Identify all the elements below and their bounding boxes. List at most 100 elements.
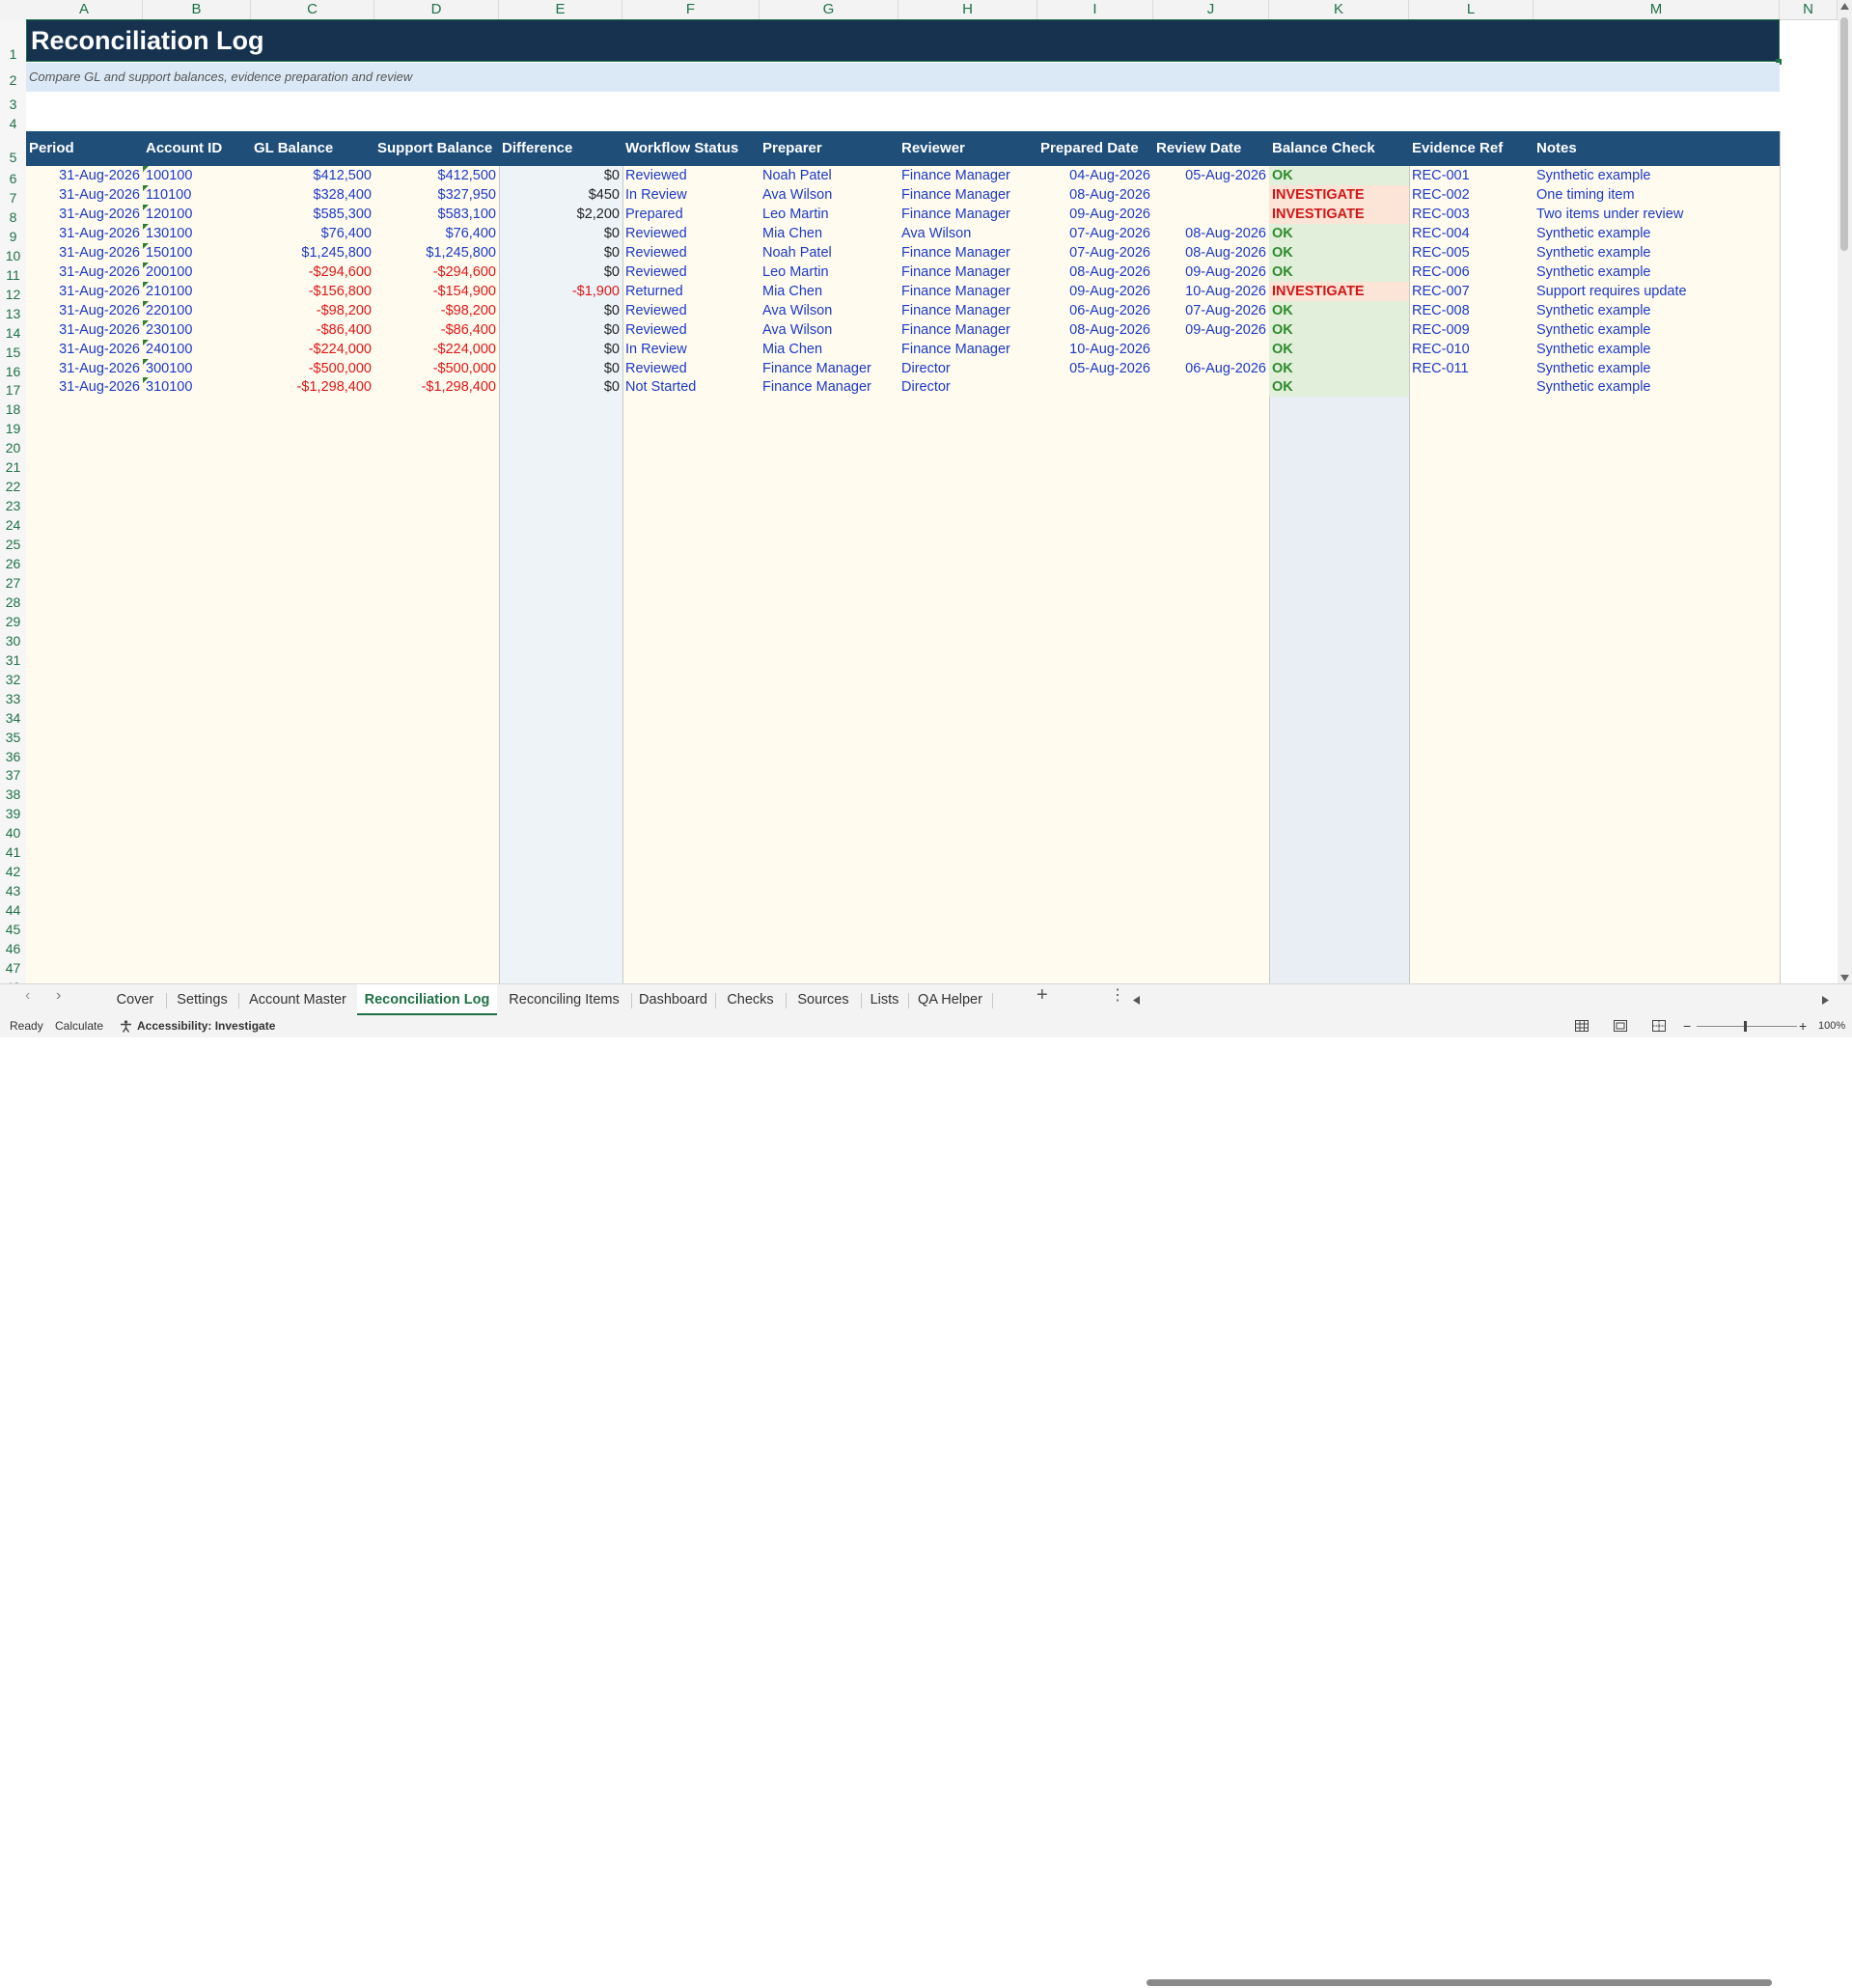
row-header-35[interactable]: 35 <box>0 725 26 745</box>
cell-balance-check[interactable]: OK <box>1269 339 1409 359</box>
cell-review-date[interactable] <box>1153 185 1269 205</box>
cell-difference[interactable]: $0 <box>499 377 622 397</box>
row-header-39[interactable]: 39 <box>0 801 26 821</box>
sheet-tab-account-master[interactable]: Account Master <box>238 984 357 1016</box>
row-header-3[interactable]: 3 <box>0 92 26 112</box>
cell-prepared-date[interactable]: 08-Aug-2026 <box>1037 185 1153 205</box>
cell-notes[interactable]: Synthetic example <box>1534 377 1780 397</box>
horizontal-scroll-thumb[interactable] <box>1147 1979 1772 1986</box>
cell-gl-balance[interactable]: $1,245,800 <box>251 243 374 262</box>
cell-preparer[interactable]: Finance Manager <box>760 359 898 378</box>
zoom-level[interactable]: 100% <box>1818 1015 1845 1037</box>
cell-period[interactable]: 31-Aug-2026 <box>26 282 143 301</box>
row-header-13[interactable]: 13 <box>0 301 26 321</box>
cell-account-id[interactable]: 110100 <box>143 184 251 205</box>
cell-review-date[interactable]: 05-Aug-2026 <box>1153 166 1269 185</box>
cell-gl-balance[interactable]: $412,500 <box>251 166 374 185</box>
cell-period[interactable]: 31-Aug-2026 <box>26 377 143 397</box>
cell-gl-balance[interactable]: -$156,800 <box>251 282 374 301</box>
column-header-b[interactable]: B <box>143 0 251 19</box>
cell-support-balance[interactable]: $1,245,800 <box>374 243 499 262</box>
cell-notes[interactable]: Synthetic example <box>1534 224 1780 243</box>
cell-prepared-date[interactable]: 04-Aug-2026 <box>1037 166 1153 185</box>
column-header-m[interactable]: M <box>1534 0 1780 19</box>
row-header-14[interactable]: 14 <box>0 320 26 341</box>
column-header-k[interactable]: K <box>1269 0 1409 19</box>
cell-evidence-ref[interactable]: REC-004 <box>1409 224 1534 243</box>
cell-account-id[interactable]: 200100 <box>143 262 251 282</box>
scroll-up-icon[interactable] <box>1840 3 1849 10</box>
row-header-42[interactable]: 42 <box>0 859 26 879</box>
status-calculate[interactable]: Calculate <box>55 1015 103 1037</box>
page-break-icon[interactable] <box>1652 1020 1666 1032</box>
cell-evidence-ref[interactable]: REC-009 <box>1409 320 1534 340</box>
cell-prepared-date[interactable]: 07-Aug-2026 <box>1037 224 1153 243</box>
cell-gl-balance[interactable]: -$1,298,400 <box>251 377 374 397</box>
row-header-15[interactable]: 15 <box>0 340 26 360</box>
row-header-25[interactable]: 25 <box>0 532 26 552</box>
cell-notes[interactable]: Synthetic example <box>1534 166 1780 185</box>
row-header-24[interactable]: 24 <box>0 512 26 533</box>
row-header-4[interactable]: 4 <box>0 111 26 131</box>
row-header-12[interactable]: 12 <box>0 282 26 302</box>
tab-scroll-left-icon[interactable]: ‹ <box>25 984 30 1007</box>
cell-reviewer[interactable]: Director <box>898 377 1037 397</box>
cell-period[interactable]: 31-Aug-2026 <box>26 301 143 320</box>
zoom-slider-thumb[interactable] <box>1744 1021 1747 1032</box>
cell-evidence-ref[interactable]: REC-003 <box>1409 205 1534 224</box>
cell-reviewer[interactable]: Ava Wilson <box>898 224 1037 243</box>
cell-account-id[interactable]: 210100 <box>143 281 251 301</box>
cell-period[interactable]: 31-Aug-2026 <box>26 262 143 282</box>
column-header-n[interactable]: N <box>1780 0 1838 19</box>
cell-prepared-date[interactable]: 10-Aug-2026 <box>1037 340 1153 359</box>
cell-period[interactable]: 31-Aug-2026 <box>26 166 143 185</box>
cell-difference[interactable]: $0 <box>499 166 622 185</box>
row-header-46[interactable]: 46 <box>0 936 26 956</box>
sheet-tab-cover[interactable]: Cover <box>104 984 166 1016</box>
hscroll-right-icon[interactable] <box>1822 996 1829 1005</box>
cell-period[interactable]: 31-Aug-2026 <box>26 340 143 359</box>
cell-notes[interactable]: Synthetic example <box>1534 262 1780 282</box>
cell-review-date[interactable]: 08-Aug-2026 <box>1153 243 1269 262</box>
row-header-45[interactable]: 45 <box>0 917 26 937</box>
row-header-38[interactable]: 38 <box>0 782 26 802</box>
cell-difference[interactable]: $0 <box>499 243 622 262</box>
cell-support-balance[interactable]: -$224,000 <box>374 340 499 359</box>
header-preparer[interactable]: Preparer <box>760 131 898 166</box>
cell-support-balance[interactable]: $583,100 <box>374 205 499 224</box>
column-header-d[interactable]: D <box>374 0 499 19</box>
cell-review-date[interactable]: 09-Aug-2026 <box>1153 262 1269 282</box>
horizontal-scrollbar[interactable] <box>1145 1976 1809 1988</box>
row-header-28[interactable]: 28 <box>0 590 26 610</box>
cell-prepared-date[interactable] <box>1037 377 1153 397</box>
vertical-scrollbar[interactable] <box>1838 0 1852 983</box>
row-header-44[interactable]: 44 <box>0 897 26 918</box>
cell-evidence-ref[interactable]: REC-006 <box>1409 262 1534 282</box>
cell-workflow-status[interactable]: Reviewed <box>622 224 760 243</box>
row-header-36[interactable]: 36 <box>0 744 26 764</box>
sheet-tab-lists[interactable]: Lists <box>861 984 908 1016</box>
hscroll-left-icon[interactable] <box>1133 996 1140 1005</box>
row-header-20[interactable]: 20 <box>0 435 26 456</box>
row-header-34[interactable]: 34 <box>0 705 26 726</box>
cell-support-balance[interactable]: $327,950 <box>374 185 499 205</box>
cell-workflow-status[interactable]: In Review <box>622 340 760 359</box>
header-workflow-status[interactable]: Workflow Status <box>622 131 760 166</box>
cell-balance-check[interactable]: OK <box>1269 242 1409 262</box>
row-header-30[interactable]: 30 <box>0 628 26 649</box>
cell-reviewer[interactable]: Finance Manager <box>898 262 1037 282</box>
cell-difference[interactable]: -$1,900 <box>499 282 622 301</box>
sheet-tab-dashboard[interactable]: Dashboard <box>631 984 715 1016</box>
cell-review-date[interactable]: 06-Aug-2026 <box>1153 359 1269 378</box>
cell-balance-check[interactable]: INVESTIGATE <box>1269 281 1409 301</box>
cell-preparer[interactable]: Mia Chen <box>760 224 898 243</box>
cell-notes[interactable]: Support requires update <box>1534 282 1780 301</box>
row-header-37[interactable]: 37 <box>0 762 26 783</box>
row-header-23[interactable]: 23 <box>0 493 26 513</box>
cell-preparer[interactable]: Noah Patel <box>760 166 898 185</box>
cell-period[interactable]: 31-Aug-2026 <box>26 205 143 224</box>
cell-gl-balance[interactable]: $328,400 <box>251 185 374 205</box>
row-header-32[interactable]: 32 <box>0 667 26 687</box>
row-header-29[interactable]: 29 <box>0 609 26 629</box>
cell-reviewer[interactable]: Finance Manager <box>898 243 1037 262</box>
